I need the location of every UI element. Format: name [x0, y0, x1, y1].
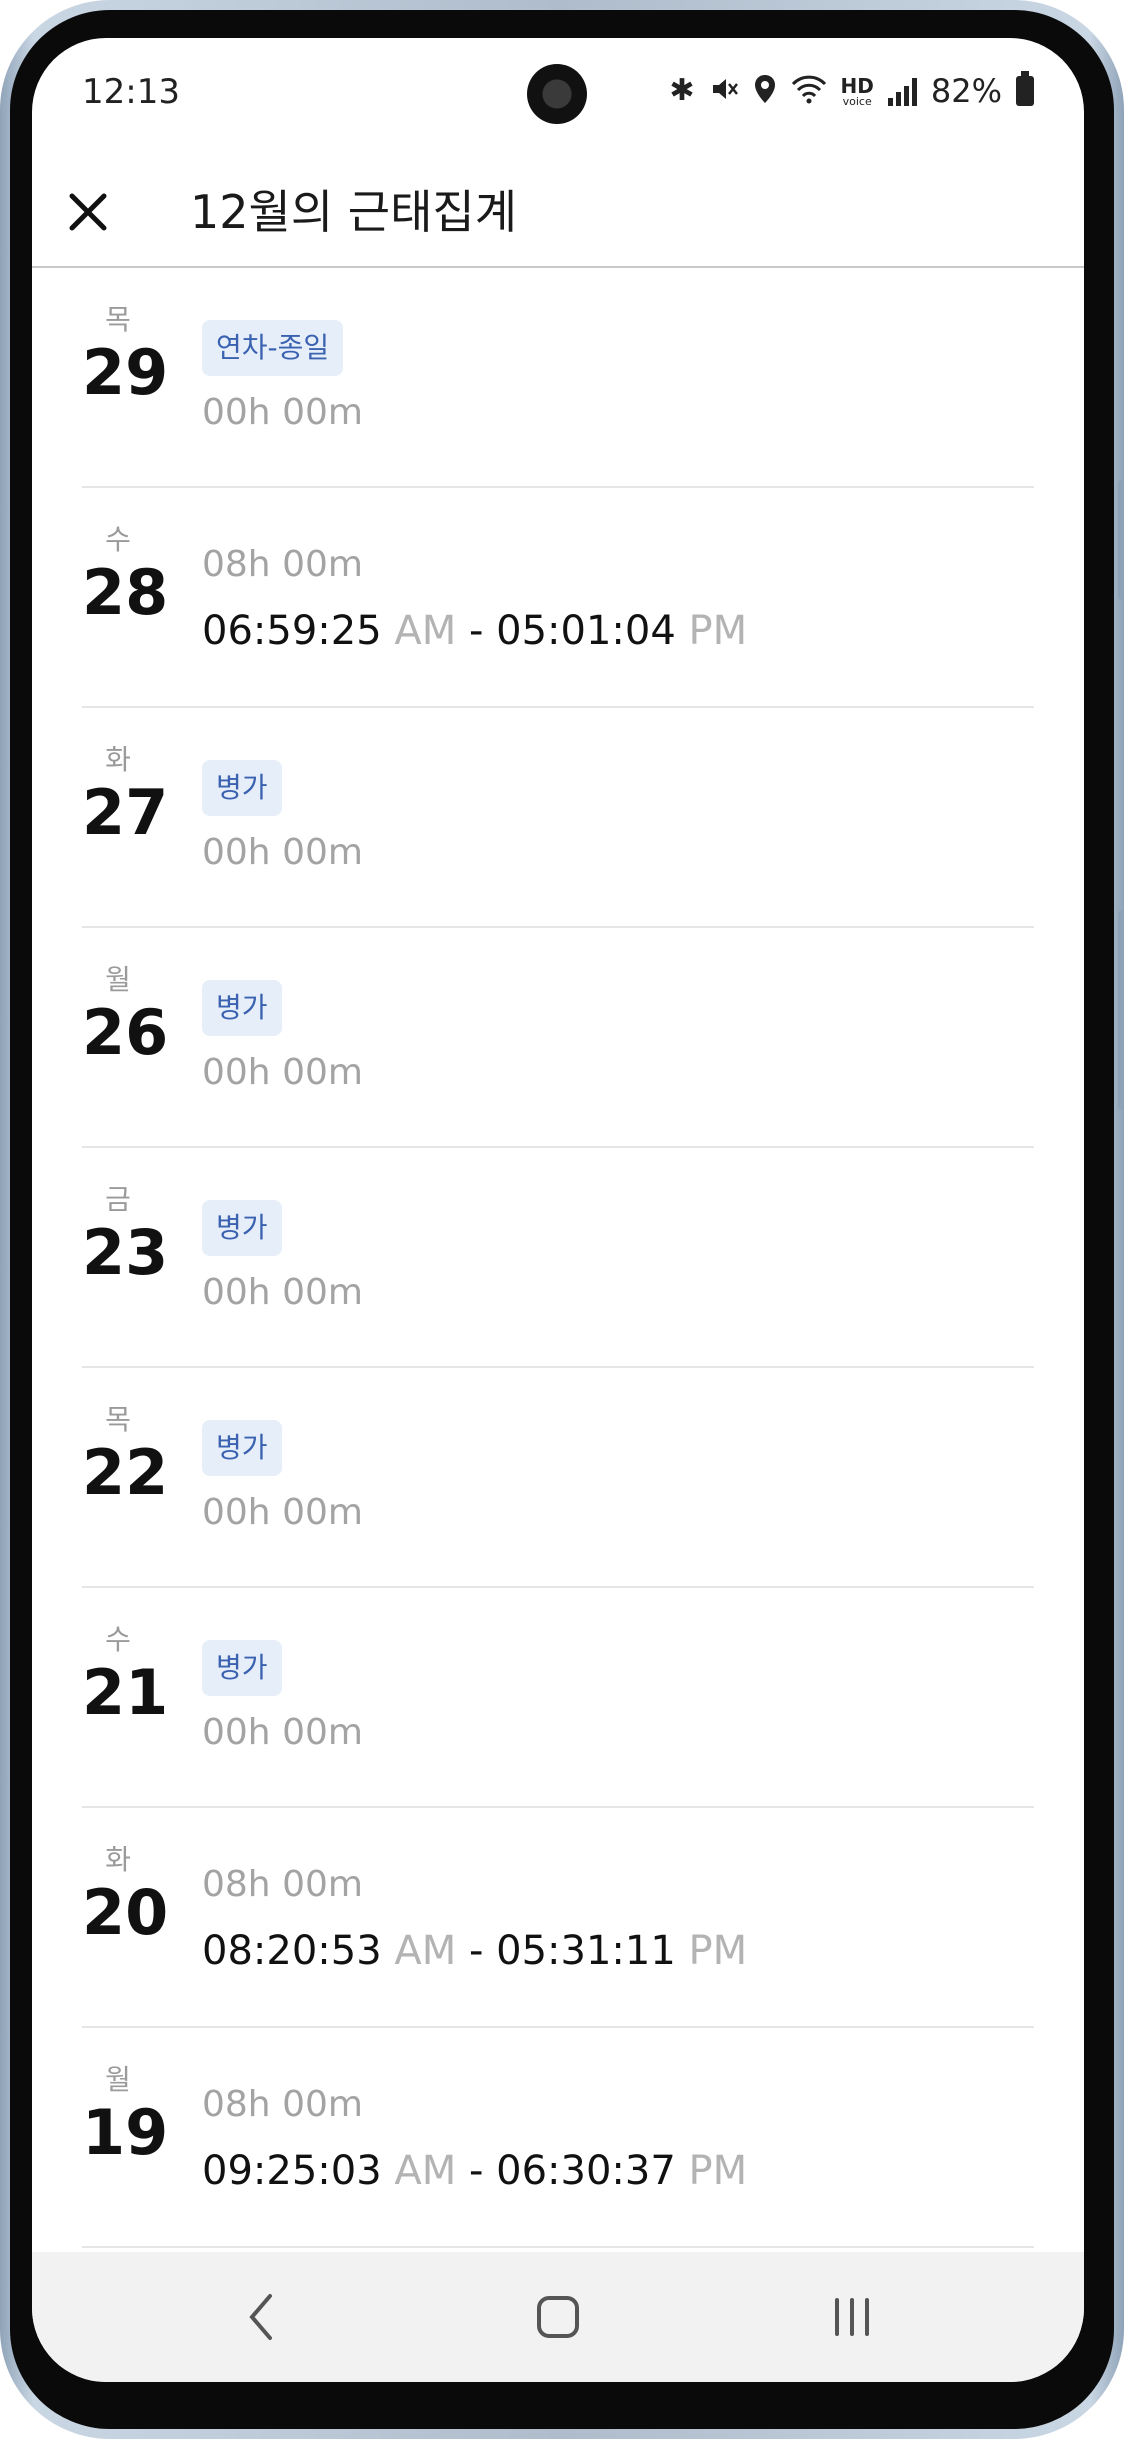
bluetooth-icon: ✱ [669, 73, 695, 108]
list-item[interactable]: 금 23 병가 00h 00m [82, 1148, 1034, 1368]
mute-icon [709, 74, 739, 108]
leave-badge: 병가 [202, 980, 282, 1036]
volume-button [1118, 480, 1124, 600]
start-time: 06:59:25 [202, 608, 382, 654]
duration: 00h 00m [202, 832, 363, 873]
duration: 00h 00m [202, 1492, 363, 1533]
day-number: 29 [82, 336, 169, 409]
day-of-week: 수 [105, 523, 131, 556]
leave-badge: 연차-종일 [202, 320, 344, 376]
list-item[interactable]: 화 20 08h 00m 08:20:53 AM - 05:31:11 PM [82, 1808, 1034, 2028]
signal-icon [887, 76, 917, 106]
end-ampm: PM [688, 2148, 748, 2194]
hd-label: HD [840, 73, 874, 98]
battery-percent: 82% [930, 72, 1002, 110]
time-separator: - [468, 2148, 484, 2194]
day-of-week: 화 [105, 743, 131, 776]
end-ampm: PM [688, 1928, 748, 1974]
end-time: 05:01:04 [496, 608, 676, 654]
day-of-week: 화 [105, 1843, 131, 1876]
day-number: 19 [82, 2096, 169, 2169]
duration: 00h 00m [202, 1712, 363, 1753]
day-number: 20 [82, 1876, 169, 1949]
day-number: 23 [82, 1216, 169, 1289]
duration: 00h 00m [202, 1272, 363, 1313]
duration: 08h 00m [202, 1864, 363, 1905]
list-item[interactable]: 화 27 병가 00h 00m [82, 708, 1034, 928]
start-ampm: AM [394, 1928, 457, 1974]
duration: 00h 00m [202, 392, 363, 433]
app-header: 12월의 근태집계 [32, 148, 1084, 268]
end-ampm: PM [688, 608, 748, 654]
list-item[interactable]: 수 21 병가 00h 00m [82, 1588, 1034, 1808]
duration: 08h 00m [202, 544, 363, 585]
day-number: 26 [82, 996, 169, 1069]
attendance-list: 목 29 연차-종일 00h 00m 수 28 08h 00m 06:59:25… [32, 268, 1084, 2248]
leave-badge: 병가 [202, 760, 282, 816]
page-title: 12월의 근태집계 [190, 185, 518, 239]
leave-badge: 병가 [202, 1640, 282, 1696]
day-number: 21 [82, 1656, 169, 1729]
start-ampm: AM [394, 608, 457, 654]
start-ampm: AM [394, 2148, 457, 2194]
time-range: 06:59:25 AM - 05:01:04 PM [202, 608, 747, 654]
close-button[interactable] [58, 182, 118, 242]
back-button[interactable] [222, 2282, 302, 2352]
time-separator: - [468, 1928, 484, 1974]
start-time: 09:25:03 [202, 2148, 382, 2194]
time-separator: - [468, 608, 484, 654]
end-time: 05:31:11 [496, 1928, 676, 1974]
time-range: 08:20:53 AM - 05:31:11 PM [202, 1928, 747, 1974]
time-range: 09:25:03 AM - 06:30:37 PM [202, 2148, 747, 2194]
status-icons: ✱ HD voice 82% [669, 71, 1034, 110]
leave-badge: 병가 [202, 1420, 282, 1476]
duration: 00h 00m [202, 1052, 363, 1093]
day-of-week: 목 [105, 303, 131, 336]
leave-badge: 병가 [202, 1200, 282, 1256]
day-number: 28 [82, 556, 169, 629]
home-icon [537, 2296, 579, 2338]
home-button[interactable] [518, 2282, 598, 2352]
status-time: 12:13 [82, 72, 180, 112]
list-item[interactable]: 월 26 병가 00h 00m [82, 928, 1034, 1148]
day-of-week: 월 [105, 963, 131, 996]
list-item[interactable]: 목 29 연차-종일 00h 00m [82, 268, 1034, 488]
location-icon [753, 73, 777, 109]
power-button [1118, 910, 1124, 1110]
duration: 08h 00m [202, 2084, 363, 2125]
start-time: 08:20:53 [202, 1928, 382, 1974]
day-of-week: 수 [105, 1623, 131, 1656]
back-icon [249, 2294, 272, 2340]
system-nav-bar [32, 2252, 1084, 2382]
status-bar: 12:13 ✱ HD voice 82% [32, 38, 1084, 148]
day-number: 22 [82, 1436, 169, 1509]
battery-icon [1016, 71, 1034, 106]
day-of-week: 금 [105, 1183, 131, 1216]
recents-button[interactable] [812, 2282, 892, 2352]
end-time: 06:30:37 [496, 2148, 676, 2194]
day-of-week: 월 [105, 2063, 131, 2096]
voice-label: voice [842, 94, 872, 108]
day-number: 27 [82, 776, 169, 849]
close-icon [69, 193, 107, 231]
day-of-week: 목 [105, 1403, 131, 1436]
hd-voice-icon: HD voice [841, 76, 874, 107]
list-item[interactable]: 목 22 병가 00h 00m [82, 1368, 1034, 1588]
recents-icon [835, 2298, 869, 2336]
screen: 12:13 ✱ HD voice 82% 12월의 근태집계 목 29 연차-종… [32, 38, 1084, 2382]
front-camera [527, 64, 587, 124]
list-item[interactable]: 월 19 08h 00m 09:25:03 AM - 06:30:37 PM [82, 2028, 1034, 2248]
wifi-icon [791, 74, 827, 108]
list-item[interactable]: 수 28 08h 00m 06:59:25 AM - 05:01:04 PM [82, 488, 1034, 708]
